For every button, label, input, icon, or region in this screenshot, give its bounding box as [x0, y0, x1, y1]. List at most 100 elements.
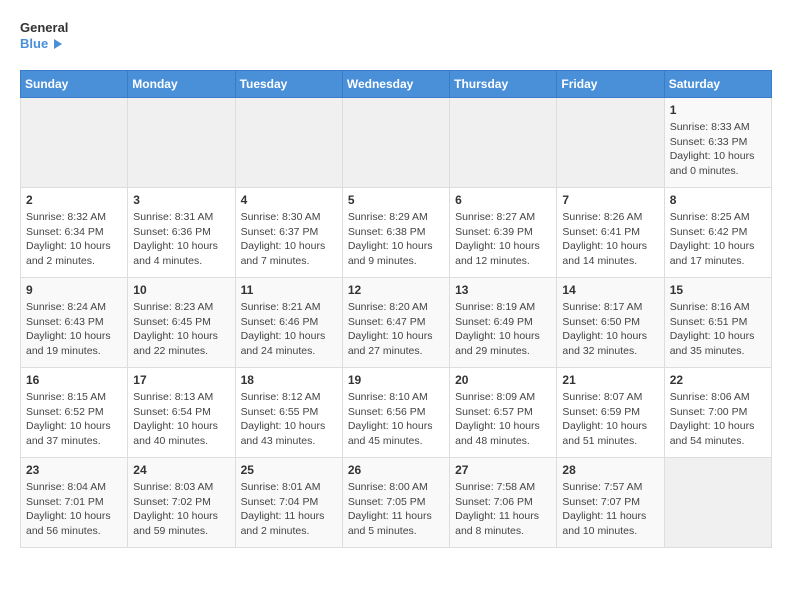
day-number: 10 [133, 283, 229, 297]
day-number: 26 [348, 463, 444, 477]
day-info: Sunrise: 8:12 AM Sunset: 6:55 PM Dayligh… [241, 390, 337, 449]
calendar-cell: 13 Sunrise: 8:19 AM Sunset: 6:49 PM Dayli… [450, 278, 557, 368]
day-info: Sunrise: 8:04 AM Sunset: 7:01 PM Dayligh… [26, 480, 122, 539]
calendar-cell: 6 Sunrise: 8:27 AM Sunset: 6:39 PM Daylig… [450, 188, 557, 278]
calendar-cell: 15 Sunrise: 8:16 AM Sunset: 6:51 PM Dayli… [664, 278, 771, 368]
day-number: 7 [562, 193, 658, 207]
day-number: 23 [26, 463, 122, 477]
calendar-cell: 12 Sunrise: 8:20 AM Sunset: 6:47 PM Dayli… [342, 278, 449, 368]
day-number: 17 [133, 373, 229, 387]
day-number: 11 [241, 283, 337, 297]
day-number: 5 [348, 193, 444, 207]
day-info: Sunrise: 8:03 AM Sunset: 7:02 PM Dayligh… [133, 480, 229, 539]
calendar-cell [235, 98, 342, 188]
calendar-cell [450, 98, 557, 188]
day-number: 20 [455, 373, 551, 387]
calendar-cell: 28 Sunrise: 7:57 AM Sunset: 7:07 PM Dayli… [557, 458, 664, 548]
day-info: Sunrise: 8:21 AM Sunset: 6:46 PM Dayligh… [241, 300, 337, 359]
day-info: Sunrise: 8:31 AM Sunset: 6:36 PM Dayligh… [133, 210, 229, 269]
day-info: Sunrise: 8:25 AM Sunset: 6:42 PM Dayligh… [670, 210, 766, 269]
day-number: 22 [670, 373, 766, 387]
calendar-cell [342, 98, 449, 188]
day-info: Sunrise: 8:15 AM Sunset: 6:52 PM Dayligh… [26, 390, 122, 449]
day-number: 9 [26, 283, 122, 297]
day-info: Sunrise: 7:58 AM Sunset: 7:06 PM Dayligh… [455, 480, 551, 539]
calendar-cell: 9 Sunrise: 8:24 AM Sunset: 6:43 PM Daylig… [21, 278, 128, 368]
weekday-header-sunday: Sunday [21, 71, 128, 98]
day-number: 1 [670, 103, 766, 117]
calendar-table: SundayMondayTuesdayWednesdayThursdayFrid… [20, 70, 772, 548]
day-number: 25 [241, 463, 337, 477]
day-info: Sunrise: 8:23 AM Sunset: 6:45 PM Dayligh… [133, 300, 229, 359]
calendar-cell: 16 Sunrise: 8:15 AM Sunset: 6:52 PM Dayli… [21, 368, 128, 458]
calendar-cell: 24Sunrise: 8:03 AM Sunset: 7:02 PM Dayli… [128, 458, 235, 548]
calendar-cell [557, 98, 664, 188]
day-info: Sunrise: 8:16 AM Sunset: 6:51 PM Dayligh… [670, 300, 766, 359]
day-number: 12 [348, 283, 444, 297]
day-number: 8 [670, 193, 766, 207]
day-info: Sunrise: 8:10 AM Sunset: 6:56 PM Dayligh… [348, 390, 444, 449]
calendar-cell: 2 Sunrise: 8:32 AM Sunset: 6:34 PM Daylig… [21, 188, 128, 278]
calendar-cell: 8 Sunrise: 8:25 AM Sunset: 6:42 PM Daylig… [664, 188, 771, 278]
calendar-cell: 19 Sunrise: 8:10 AM Sunset: 6:56 PM Dayli… [342, 368, 449, 458]
calendar-cell: 27 Sunrise: 7:58 AM Sunset: 7:06 PM Dayli… [450, 458, 557, 548]
calendar-cell [21, 98, 128, 188]
weekday-header-row: SundayMondayTuesdayWednesdayThursdayFrid… [21, 71, 772, 98]
calendar-week-row: 16 Sunrise: 8:15 AM Sunset: 6:52 PM Dayli… [21, 368, 772, 458]
calendar-cell: 4Sunrise: 8:30 AM Sunset: 6:37 PM Daylig… [235, 188, 342, 278]
calendar-cell: 3 Sunrise: 8:31 AM Sunset: 6:36 PM Daylig… [128, 188, 235, 278]
day-info: Sunrise: 8:33 AM Sunset: 6:33 PM Dayligh… [670, 120, 766, 179]
calendar-cell: 10 Sunrise: 8:23 AM Sunset: 6:45 PM Dayli… [128, 278, 235, 368]
day-info: Sunrise: 8:27 AM Sunset: 6:39 PM Dayligh… [455, 210, 551, 269]
day-info: Sunrise: 8:24 AM Sunset: 6:43 PM Dayligh… [26, 300, 122, 359]
day-info: Sunrise: 8:29 AM Sunset: 6:38 PM Dayligh… [348, 210, 444, 269]
day-info: Sunrise: 7:57 AM Sunset: 7:07 PM Dayligh… [562, 480, 658, 539]
day-info: Sunrise: 8:26 AM Sunset: 6:41 PM Dayligh… [562, 210, 658, 269]
calendar-cell: 26 Sunrise: 8:00 AM Sunset: 7:05 PM Dayli… [342, 458, 449, 548]
calendar-cell: 20 Sunrise: 8:09 AM Sunset: 6:57 PM Dayli… [450, 368, 557, 458]
day-number: 4 [241, 193, 337, 207]
calendar-cell: 21Sunrise: 8:07 AM Sunset: 6:59 PM Dayli… [557, 368, 664, 458]
day-info: Sunrise: 8:13 AM Sunset: 6:54 PM Dayligh… [133, 390, 229, 449]
calendar-cell: 23 Sunrise: 8:04 AM Sunset: 7:01 PM Dayli… [21, 458, 128, 548]
weekday-header-tuesday: Tuesday [235, 71, 342, 98]
calendar-cell: 17 Sunrise: 8:13 AM Sunset: 6:54 PM Dayli… [128, 368, 235, 458]
calendar-cell: 7 Sunrise: 8:26 AM Sunset: 6:41 PM Daylig… [557, 188, 664, 278]
day-number: 16 [26, 373, 122, 387]
weekday-header-saturday: Saturday [664, 71, 771, 98]
calendar-week-row: 9 Sunrise: 8:24 AM Sunset: 6:43 PM Daylig… [21, 278, 772, 368]
day-info: Sunrise: 8:17 AM Sunset: 6:50 PM Dayligh… [562, 300, 658, 359]
calendar-cell: 11 Sunrise: 8:21 AM Sunset: 6:46 PM Dayli… [235, 278, 342, 368]
calendar-cell: 25 Sunrise: 8:01 AM Sunset: 7:04 PM Dayli… [235, 458, 342, 548]
day-number: 14 [562, 283, 658, 297]
day-info: Sunrise: 8:01 AM Sunset: 7:04 PM Dayligh… [241, 480, 337, 539]
weekday-header-wednesday: Wednesday [342, 71, 449, 98]
weekday-header-thursday: Thursday [450, 71, 557, 98]
logo: General Blue [20, 20, 64, 60]
day-number: 27 [455, 463, 551, 477]
day-number: 28 [562, 463, 658, 477]
day-number: 6 [455, 193, 551, 207]
day-number: 15 [670, 283, 766, 297]
calendar-cell: 14 Sunrise: 8:17 AM Sunset: 6:50 PM Dayli… [557, 278, 664, 368]
calendar-cell: 5 Sunrise: 8:29 AM Sunset: 6:38 PM Daylig… [342, 188, 449, 278]
day-number: 18 [241, 373, 337, 387]
calendar-week-row: 23 Sunrise: 8:04 AM Sunset: 7:01 PM Dayli… [21, 458, 772, 548]
weekday-header-friday: Friday [557, 71, 664, 98]
day-number: 2 [26, 193, 122, 207]
day-number: 13 [455, 283, 551, 297]
day-info: Sunrise: 8:20 AM Sunset: 6:47 PM Dayligh… [348, 300, 444, 359]
calendar-cell: 18 Sunrise: 8:12 AM Sunset: 6:55 PM Dayli… [235, 368, 342, 458]
day-info: Sunrise: 8:19 AM Sunset: 6:49 PM Dayligh… [455, 300, 551, 359]
day-info: Sunrise: 8:00 AM Sunset: 7:05 PM Dayligh… [348, 480, 444, 539]
page-header: General Blue [20, 20, 772, 60]
day-number: 21 [562, 373, 658, 387]
calendar-week-row: 2 Sunrise: 8:32 AM Sunset: 6:34 PM Daylig… [21, 188, 772, 278]
calendar-cell: 1 Sunrise: 8:33 AM Sunset: 6:33 PM Daylig… [664, 98, 771, 188]
day-number: 3 [133, 193, 229, 207]
calendar-week-row: 1 Sunrise: 8:33 AM Sunset: 6:33 PM Daylig… [21, 98, 772, 188]
day-info: Sunrise: 8:32 AM Sunset: 6:34 PM Dayligh… [26, 210, 122, 269]
day-number: 19 [348, 373, 444, 387]
day-info: Sunrise: 8:09 AM Sunset: 6:57 PM Dayligh… [455, 390, 551, 449]
calendar-cell [128, 98, 235, 188]
